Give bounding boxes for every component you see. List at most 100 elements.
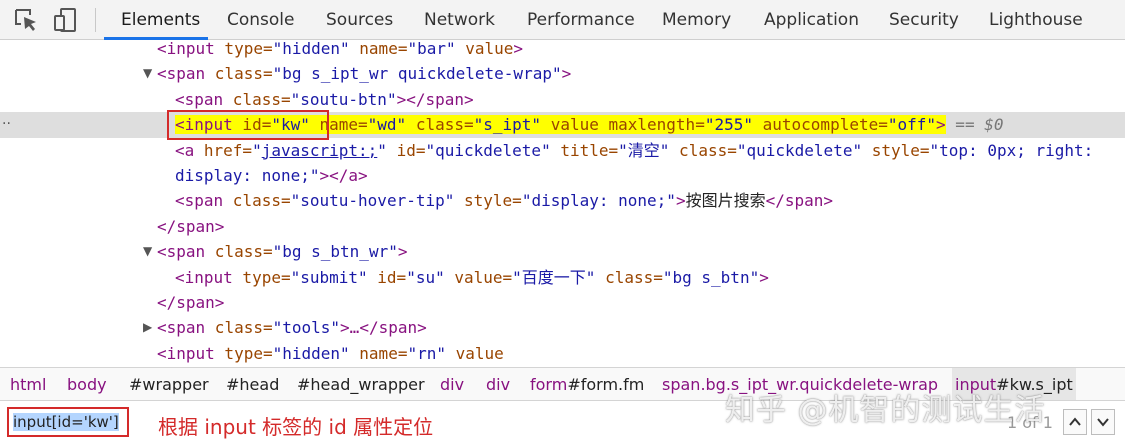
tag-end: </span> [157, 216, 225, 236]
tag-name: <span [175, 191, 224, 211]
tab-console[interactable]: Console [227, 0, 295, 40]
dom-node[interactable]: <a href="javascript:;" id="quickdelete" … [0, 138, 1125, 163]
tab-application[interactable]: Application [764, 0, 859, 40]
attr-name: name= [349, 40, 408, 58]
dom-node[interactable]: </span> [0, 214, 1125, 239]
attr-value: "rn" [407, 343, 446, 363]
annotation-text: 根据 input 标签的 id 属性定位 [158, 415, 434, 439]
breadcrumb-item-body[interactable]: body [67, 368, 107, 400]
attr-name: href= [194, 140, 253, 160]
search-query: input[id='kw'] [13, 413, 119, 431]
breadcrumb-item-form[interactable]: form#form.fm [530, 368, 644, 400]
attr-name: value [541, 115, 599, 135]
tag-close: > [936, 115, 946, 135]
tag-close: >…</span> [340, 318, 427, 338]
dom-node[interactable]: <span class="soutu-hover-tip" style="dis… [0, 188, 1125, 213]
highlight-box [167, 110, 329, 140]
attr-value: "清空" [618, 140, 670, 160]
breadcrumb-item-input-selected[interactable]: input#kw.s_ipt [952, 368, 1076, 400]
href-link[interactable]: javascript:; [262, 141, 378, 160]
tab-security[interactable]: Security [889, 0, 959, 40]
tag-name: <span [175, 89, 224, 109]
search-input[interactable]: input[id='kw'] [7, 407, 129, 437]
dom-node-continued[interactable]: display: none;"></a> [0, 163, 1125, 188]
crumb-tag: input [955, 375, 997, 394]
dom-node[interactable]: </span> [0, 290, 1125, 315]
attr-value: "quickdelete" [736, 140, 863, 160]
dom-node[interactable]: <input type="submit" id="su" value="百度一下… [0, 265, 1125, 290]
attr-name: type= [214, 343, 273, 363]
attr-value: "off" [887, 115, 937, 135]
attr-value: "百度一下" [512, 267, 596, 287]
tag-close: > [561, 64, 572, 84]
tag-name: <input [157, 40, 215, 58]
crumb-id: #kw.s_ipt [996, 375, 1073, 394]
breadcrumb-item-div[interactable]: div [486, 368, 510, 400]
previous-match-button[interactable] [1063, 409, 1087, 435]
breadcrumb-item-wrapper[interactable]: #wrapper [129, 368, 209, 400]
dom-node[interactable]: ▼ <span class="bg s_ipt_wr quickdelete-w… [0, 61, 1125, 86]
tag-close: ></a> [319, 166, 368, 185]
attr-value: display: none;" [175, 166, 320, 185]
tag-name: <input [157, 343, 215, 363]
tab-elements[interactable]: Elements [121, 0, 200, 40]
attr-name: class= [406, 115, 474, 135]
tab-network[interactable]: Network [424, 0, 495, 40]
collapsed-triangle-icon[interactable]: ▶ [143, 315, 152, 340]
console-ref: == $0 [945, 115, 1004, 135]
dom-node[interactable]: ▼ <span class="bg s_btn_wr"> [0, 239, 1125, 264]
breadcrumb-item-div[interactable]: div [440, 368, 464, 400]
breadcrumb-item-head-wrapper[interactable]: #head_wrapper [297, 368, 425, 400]
dom-node[interactable]: <input type="hidden" name="rn" value [0, 341, 1125, 366]
text-node: 按图片搜索 [685, 191, 766, 211]
attr-value: "submit" [290, 267, 368, 287]
attr-name: title= [550, 140, 619, 160]
dom-node[interactable]: ▶ <span class="tools">…</span> [0, 315, 1125, 340]
breadcrumb-item-head[interactable]: #head [226, 368, 279, 400]
attr-value: "bg s_btn" [662, 267, 760, 287]
attr-value: "hidden" [272, 343, 350, 363]
attr-value: "su" [406, 267, 445, 287]
attr-name: class= [205, 318, 273, 338]
tab-sources[interactable]: Sources [326, 0, 393, 40]
tag-close: ></span> [396, 89, 474, 109]
attr-name: name= [349, 343, 408, 363]
match-count: 1 of 1 [1007, 413, 1053, 432]
expand-triangle-icon[interactable]: ▼ [143, 239, 152, 264]
tag-end: </span> [765, 191, 834, 211]
attr-value: "bar" [407, 40, 456, 58]
attr-name: class= [205, 242, 273, 262]
attr-value: "display: none;" [521, 191, 676, 211]
tab-lighthouse[interactable]: Lighthouse [989, 0, 1083, 40]
tag-name: <a [175, 140, 195, 160]
attr-name: value [455, 40, 514, 58]
chevron-up-icon [1069, 417, 1081, 426]
expand-triangle-icon[interactable]: ▼ [143, 61, 152, 86]
attr-value: "soutu-hover-tip" [290, 191, 455, 211]
tab-memory[interactable]: Memory [662, 0, 731, 40]
attr-value: "bg s_btn_wr" [272, 242, 398, 262]
next-match-button[interactable] [1091, 409, 1115, 435]
dom-tree: <input type="hidden" name="bar" value> ▼… [0, 40, 1125, 367]
toolbar-separator [95, 8, 96, 32]
attr-value: "top: 0px; right: [929, 140, 1094, 160]
attr-value: "bg s_ipt_wr quickdelete-wrap" [272, 64, 562, 84]
attr-value: "quickdelete" [425, 140, 551, 160]
tag-name: <input [175, 267, 233, 287]
breadcrumb-item-html[interactable]: html [10, 368, 46, 400]
attr-name: value= [444, 267, 513, 287]
device-toolbar-icon[interactable] [52, 6, 80, 34]
breadcrumb: html body #wrapper #head #head_wrapper d… [0, 367, 1125, 401]
node-menu-icon[interactable]: ·· [2, 112, 11, 137]
attr-value: " [377, 140, 387, 160]
breadcrumb-item-span[interactable]: span.bg.s_ipt_wr.quickdelete-wrap [662, 368, 939, 400]
crumb-class: .bg.s_ipt_wr.quickdelete-wrap [700, 375, 939, 394]
dom-node[interactable]: <input type="hidden" name="bar" value> [0, 40, 1125, 61]
dom-node[interactable]: <span class="soutu-btn"></span> [0, 87, 1125, 112]
tab-performance[interactable]: Performance [527, 0, 635, 40]
attr-name: id= [367, 267, 407, 287]
inspect-element-icon[interactable] [12, 6, 40, 34]
tag-name: <span [157, 242, 206, 262]
crumb-tag: span [662, 375, 701, 394]
attr-name: type= [214, 40, 273, 58]
